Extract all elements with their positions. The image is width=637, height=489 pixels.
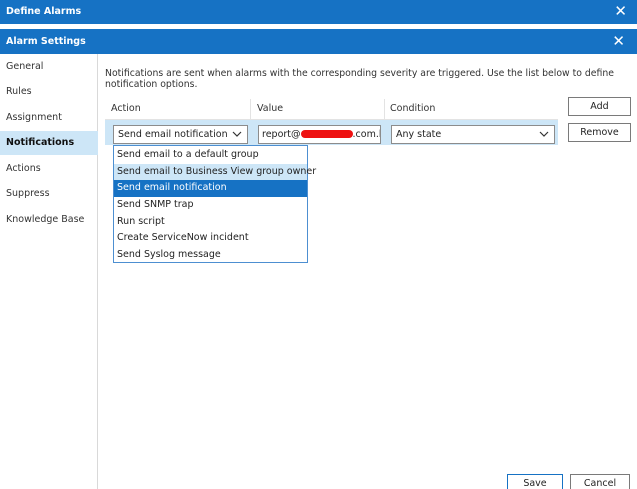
window-close-icon[interactable]: ✕ [614,3,627,19]
action-dropdown-list: Send email to a default group Send email… [113,145,316,264]
dropdown-option[interactable]: Send email to a default group [114,147,307,164]
window-title: Define Alarms [6,6,82,17]
chevron-down-icon [232,131,242,137]
value-input-prefix: report@ [262,129,301,140]
dialog-close-icon[interactable]: ✕ [612,33,625,49]
remove-button[interactable]: Remove [568,123,631,142]
dropdown-option[interactable]: Run script [114,214,307,231]
redaction-mark [300,130,353,138]
dialog-title: Alarm Settings [6,36,86,47]
sidebar-item-notifications[interactable]: Notifications [0,131,98,155]
dropdown-option[interactable]: Send email to Business View group owner [114,163,316,181]
dropdown-option[interactable]: Send Syslog message [114,247,307,264]
sidebar-item-assignment[interactable]: Assignment [0,106,98,130]
sidebar-item-rules[interactable]: Rules [0,80,98,104]
sidebar-item-actions[interactable]: Actions [0,157,98,181]
save-button[interactable]: Save [507,474,563,489]
add-button[interactable]: Add [568,97,631,116]
condition-select-value: Any state [396,129,442,140]
dropdown-option[interactable]: Send email notification [114,180,307,198]
cancel-button[interactable]: Cancel [570,474,630,489]
column-header-action[interactable]: Action [105,97,141,120]
chevron-down-icon [539,131,549,137]
table-header: Action Value Condition [105,97,558,120]
action-select-value: Send email notification [118,129,228,140]
condition-select[interactable]: Any state [391,125,555,144]
dialog-titlebar: Alarm Settings ✕ [0,29,637,54]
action-select[interactable]: Send email notification [113,125,248,144]
window-titlebar: Define Alarms ✕ [0,0,637,24]
value-input-suffix: .com.b [352,129,380,140]
sidebar-item-suppress[interactable]: Suppress [0,182,98,206]
column-header-value[interactable]: Value [251,97,283,120]
value-input[interactable]: report@ .com.b [258,125,381,144]
sidebar-item-knowledge-base[interactable]: Knowledge Base [0,208,98,232]
notifications-description: Notifications are sent when alarms with … [105,68,614,90]
dropdown-option[interactable]: Create ServiceNow incident [114,230,307,247]
settings-sidebar: General Rules Assignment Notifications A… [0,54,98,489]
dropdown-option[interactable]: Send SNMP trap [114,197,307,214]
column-header-condition[interactable]: Condition [384,97,435,120]
sidebar-item-general[interactable]: General [0,55,98,79]
